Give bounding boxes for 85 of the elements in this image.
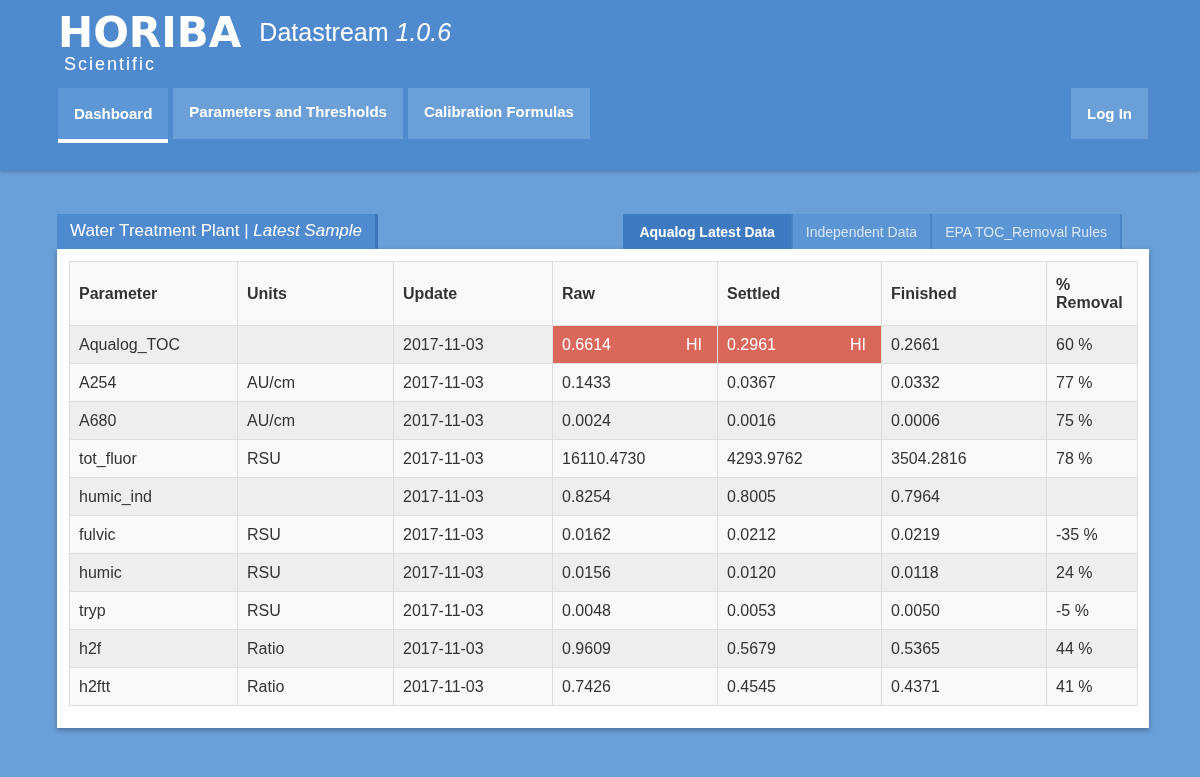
table-cell: 2017-11-03 (393, 667, 553, 706)
column-header: Parameter (69, 261, 238, 326)
column-header: Raw (552, 261, 718, 326)
table-cell: fulvic (69, 515, 238, 554)
panel-tab[interactable]: EPA TOC_Removal Rules (932, 214, 1122, 249)
app-title: Datastream 1.0.6 (259, 18, 452, 47)
table-cell: 0.5679 (717, 629, 882, 668)
nav-tab[interactable]: Parameters and Thresholds (173, 88, 403, 139)
table-cell: RSU (237, 439, 394, 478)
table-cell: -35 % (1046, 515, 1138, 554)
table-cell: 0.7964 (881, 477, 1047, 516)
table-cell: 2017-11-03 (393, 591, 553, 630)
table-cell: A254 (69, 363, 238, 402)
logo: HORIBA (58, 12, 242, 54)
panel-tab[interactable]: Aqualog Latest Data (623, 214, 793, 249)
table-cell: 0.0048 (552, 591, 718, 630)
table-cell: 0.0016 (717, 401, 882, 440)
table-cell: 0.0050 (881, 591, 1047, 630)
table-cell: 2017-11-03 (393, 515, 553, 554)
table-cell: 24 % (1046, 553, 1138, 592)
table-cell: 0.0367 (717, 363, 882, 402)
table-cell: Ratio (237, 629, 394, 668)
table-cell: 0.4371 (881, 667, 1047, 706)
table-cell: 0.0024 (552, 401, 718, 440)
column-header: Units (237, 261, 394, 326)
table-cell: 75 % (1046, 401, 1138, 440)
nav-tab[interactable]: Dashboard (58, 88, 169, 143)
table-cell: 0.0212 (717, 515, 882, 554)
table-cell: h2ftt (69, 667, 238, 706)
table-cell: 60 % (1046, 325, 1138, 364)
table-cell: 0.0006 (881, 401, 1047, 440)
table-cell: 2017-11-03 (393, 477, 553, 516)
column-header: Settled (717, 261, 882, 326)
table-cell: 77 % (1046, 363, 1138, 402)
table-cell: 78 % (1046, 439, 1138, 478)
table-cell: 0.7426 (552, 667, 718, 706)
table-cell: 4293.9762 (717, 439, 882, 478)
table-cell: RSU (237, 515, 394, 554)
table-cell: RSU (237, 591, 394, 630)
table-cell: 0.0162 (552, 515, 718, 554)
table-cell: 2017-11-03 (393, 629, 553, 668)
table-cell: 16110.4730 (552, 439, 718, 478)
table-cell: 0.0156 (552, 553, 718, 592)
table-cell: 41 % (1046, 667, 1138, 706)
table-cell: AU/cm (237, 401, 394, 440)
column-header: % Removal (1046, 261, 1138, 326)
table-cell: humic (69, 553, 238, 592)
table-cell: -5 % (1046, 591, 1138, 630)
table-cell: tryp (69, 591, 238, 630)
login-button[interactable]: Log In (1071, 88, 1148, 139)
table-cell: humic_ind (69, 477, 238, 516)
table-cell: Ratio (237, 667, 394, 706)
table-cell: 0.8254 (552, 477, 718, 516)
panel-tab[interactable]: Independent Data (792, 214, 933, 249)
table-cell: 0.5365 (881, 629, 1047, 668)
panel-title: Water Treatment Plant | Latest Sample (57, 214, 378, 249)
table-cell: AU/cm (237, 363, 394, 402)
table-cell: 2017-11-03 (393, 439, 553, 478)
table-cell: 0.1433 (552, 363, 718, 402)
column-header: Update (393, 261, 553, 326)
table-cell: 0.4545 (717, 667, 882, 706)
table-cell: 2017-11-03 (393, 325, 553, 364)
table-cell: 44 % (1046, 629, 1138, 668)
table-cell: 2017-11-03 (393, 553, 553, 592)
table-cell: 0.0332 (881, 363, 1047, 402)
logo-subtitle: Scientific (64, 54, 158, 74)
table-cell: 0.2661 (881, 325, 1047, 364)
nav-tab[interactable]: Calibration Formulas (407, 88, 590, 139)
table-cell: 2017-11-03 (393, 363, 553, 402)
column-header: Finished (881, 261, 1047, 326)
table-cell: A680 (69, 401, 238, 440)
table-cell: Aqualog_TOC (69, 325, 238, 364)
table-cell: 2017-11-03 (393, 401, 553, 440)
table-cell: 0.2961 HI (717, 325, 882, 364)
table-cell: 0.0053 (717, 591, 882, 630)
table-cell: 3504.2816 (881, 439, 1047, 478)
table-cell: 0.9609 (552, 629, 718, 668)
table-cell: RSU (237, 553, 394, 592)
table-cell: h2f (69, 629, 238, 668)
table-cell: tot_fluor (69, 439, 238, 478)
table-cell: 0.6614 HI (552, 325, 718, 364)
table-cell: 0.0120 (717, 553, 882, 592)
table-cell: 0.8005 (717, 477, 882, 516)
table-cell: 0.0219 (881, 515, 1047, 554)
table-cell: 0.0118 (881, 553, 1047, 592)
